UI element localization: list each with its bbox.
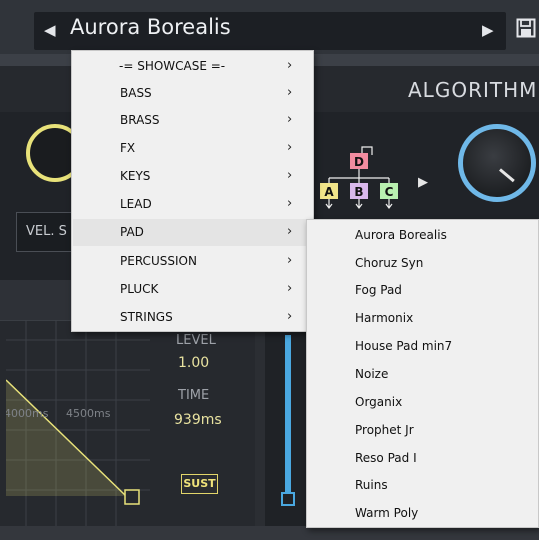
preset-item-label: Fog Pad — [355, 283, 402, 297]
preset-item-label: Choruz Syn — [355, 256, 424, 270]
algorithm-title: ALGORITHM — [408, 78, 538, 102]
menu-item-label: LEAD — [120, 197, 152, 211]
menu-item-label: STRINGS — [120, 310, 173, 324]
vel-sens-label: VEL. S — [26, 224, 67, 239]
menu-item-fx[interactable]: FX › — [73, 135, 312, 162]
menu-item-keys[interactable]: KEYS › — [73, 163, 312, 190]
pad-preset-submenu: Aurora Borealis Choruz Syn Fog Pad Harmo… — [306, 219, 539, 528]
chevron-right-icon: › — [287, 112, 293, 127]
menu-item-label: PLUCK — [120, 282, 159, 296]
menu-item-label: -= SHOWCASE =- — [119, 59, 226, 73]
preset-item-house-pad-min7[interactable]: House Pad min7 — [308, 333, 537, 361]
preset-item-organix[interactable]: Organix — [308, 389, 537, 417]
envelope-graph[interactable]: 4000ms 4500ms — [6, 320, 150, 526]
chevron-right-icon: › — [287, 85, 293, 100]
bottom-strip — [0, 526, 539, 540]
algorithm-next-icon[interactable]: ▶ — [418, 175, 428, 190]
save-icon[interactable] — [516, 18, 536, 38]
menu-item-bass[interactable]: BASS › — [73, 80, 312, 107]
preset-item-ruins[interactable]: Ruins — [308, 472, 537, 500]
preset-item-label: Noize — [355, 367, 389, 381]
preset-name[interactable]: Aurora Borealis — [70, 15, 231, 39]
menu-item-percussion[interactable]: PERCUSSION › — [73, 248, 312, 275]
menu-item-pluck[interactable]: PLUCK › — [73, 276, 312, 303]
next-preset-arrow-icon[interactable]: ▶ — [482, 21, 494, 39]
operator-a-label: A — [324, 185, 334, 199]
preset-item-prophet-jr[interactable]: Prophet Jr — [308, 417, 537, 445]
preset-item-label: Organix — [355, 395, 403, 409]
preset-item-label: Ruins — [355, 478, 388, 492]
chevron-right-icon: › — [287, 168, 293, 183]
time-value[interactable]: 939ms — [174, 412, 222, 428]
menu-item-label: KEYS — [120, 169, 151, 183]
menu-item-showcase[interactable]: -= SHOWCASE =- › — [73, 53, 312, 80]
menu-item-label: PERCUSSION — [120, 254, 197, 268]
operator-d-label: D — [354, 155, 364, 169]
menu-item-lead[interactable]: LEAD › — [73, 191, 312, 218]
preset-item-label: Warm Poly — [355, 506, 419, 520]
menu-item-strings[interactable]: STRINGS › — [73, 304, 312, 331]
preset-item-label: Reso Pad I — [355, 451, 417, 465]
chevron-right-icon: › — [287, 309, 293, 324]
preset-item-fog-pad[interactable]: Fog Pad — [308, 277, 537, 305]
chevron-right-icon: › — [287, 58, 293, 73]
chevron-right-icon: › — [287, 140, 293, 155]
chevron-right-icon: › — [287, 224, 293, 239]
menu-item-label: BRASS — [120, 113, 160, 127]
preset-item-noize[interactable]: Noize — [308, 361, 537, 389]
menu-item-label: FX — [120, 141, 136, 155]
preset-item-label: Aurora Borealis — [355, 228, 447, 242]
level-value[interactable]: 1.00 — [178, 355, 209, 371]
menu-item-brass[interactable]: BRASS › — [73, 107, 312, 134]
envelope-node — [124, 489, 140, 505]
preset-item-harmonix[interactable]: Harmonix — [308, 305, 537, 333]
chevron-right-icon: › — [287, 281, 293, 296]
axis-label-4500ms: 4500ms — [66, 407, 111, 420]
time-label: TIME — [178, 388, 210, 403]
right-slider-track[interactable] — [285, 335, 291, 505]
menu-item-pad[interactable]: PAD › — [73, 219, 312, 246]
menu-item-label: PAD — [120, 225, 144, 239]
preset-item-warm-poly[interactable]: Warm Poly — [308, 500, 537, 528]
preset-item-label: House Pad min7 — [355, 339, 453, 353]
algorithm-diagram: D A B C — [320, 146, 398, 209]
preset-item-label: Harmonix — [355, 311, 414, 325]
preset-item-choruz-syn[interactable]: Choruz Syn — [308, 250, 537, 278]
preset-item-label: Prophet Jr — [355, 423, 414, 437]
operator-c-label: C — [385, 185, 394, 199]
preset-item-aurora-borealis[interactable]: Aurora Borealis — [308, 222, 537, 250]
axis-label-4000ms: 4000ms — [6, 407, 49, 420]
algorithm-knob[interactable] — [458, 124, 536, 202]
menu-item-label: BASS — [120, 86, 152, 100]
preset-item-reso-pad-i[interactable]: Reso Pad I — [308, 445, 537, 473]
level-label: LEVEL — [176, 333, 216, 348]
operator-b-label: B — [354, 185, 363, 199]
chevron-right-icon: › — [287, 253, 293, 268]
sustain-button[interactable]: SUST — [181, 474, 218, 494]
preset-category-menu: -= SHOWCASE =- › BASS › BRASS › FX › KEY… — [71, 50, 314, 332]
chevron-right-icon: › — [287, 196, 293, 211]
right-slider-handle[interactable] — [281, 492, 295, 506]
prev-preset-arrow-icon[interactable]: ◀ — [44, 21, 56, 39]
